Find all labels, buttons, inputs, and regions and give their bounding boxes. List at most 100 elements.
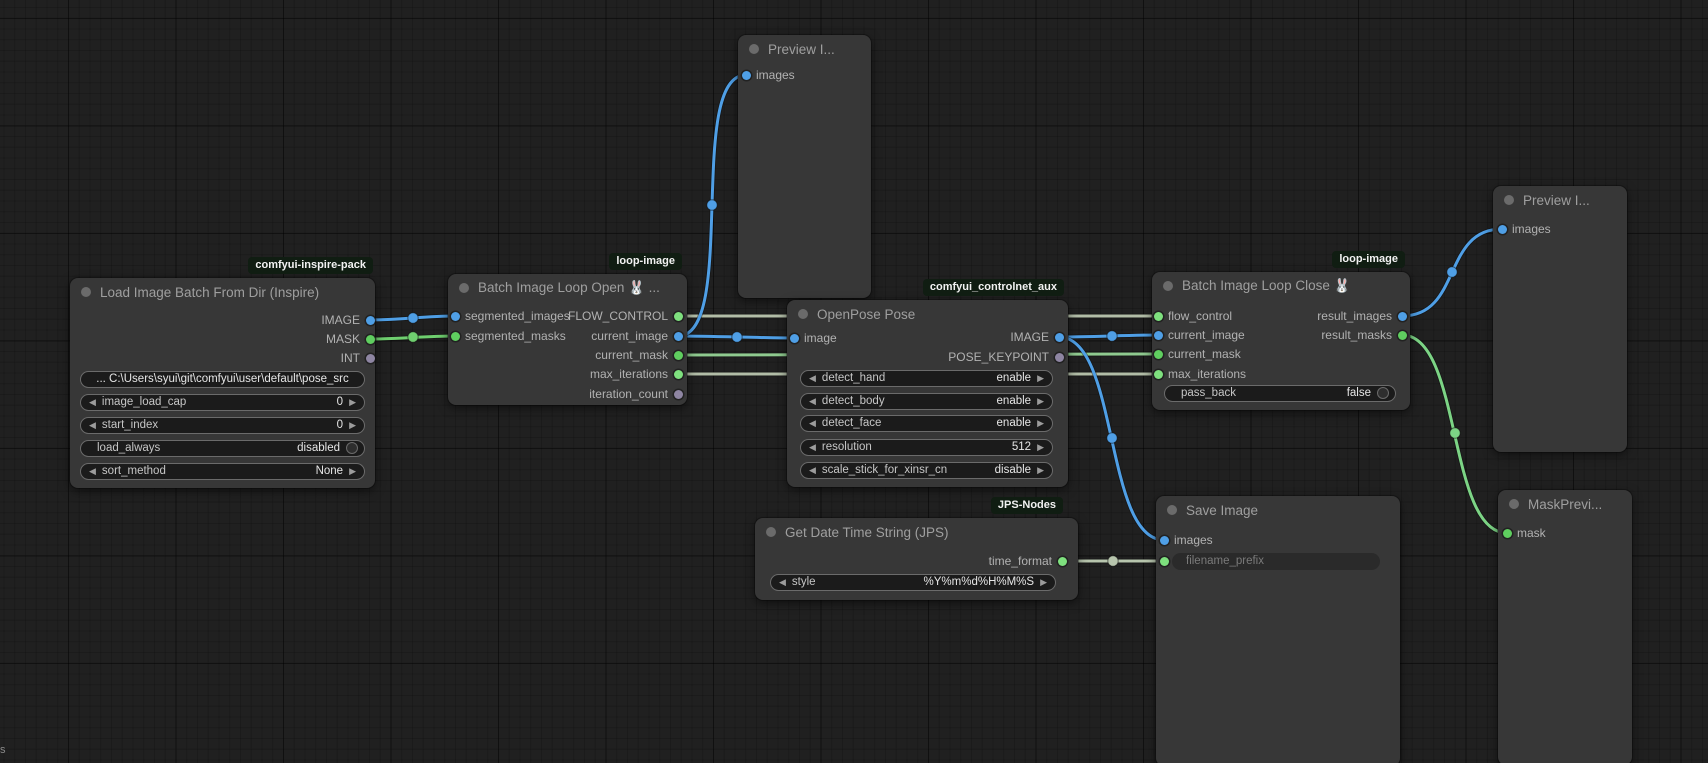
toggle-off-icon[interactable] bbox=[1377, 387, 1389, 399]
output-slot-dot-FLOW_CONTROL[interactable] bbox=[674, 312, 683, 321]
output-slot-dot-time_format[interactable] bbox=[1058, 557, 1067, 566]
node-preview-image-top[interactable]: Preview I...images bbox=[738, 35, 871, 298]
widget-style[interactable]: ◀style%Y%m%d%H%M%S▶ bbox=[770, 574, 1056, 591]
increment-arrow-icon[interactable]: ▶ bbox=[1037, 443, 1044, 452]
node-titlebar[interactable]: MaskPrevi... bbox=[1498, 490, 1632, 518]
node-titlebar[interactable]: Get Date Time String (JPS) bbox=[755, 518, 1078, 546]
increment-arrow-icon[interactable]: ▶ bbox=[1037, 419, 1044, 428]
collapse-dot-icon[interactable] bbox=[1509, 499, 1519, 509]
reroute-dot[interactable] bbox=[408, 332, 418, 342]
output-slot-dot-current_mask[interactable] bbox=[674, 351, 683, 360]
node-openpose-pose[interactable]: comfyui_controlnet_auxOpenPose Poseimage… bbox=[787, 300, 1068, 487]
increment-arrow-icon[interactable]: ▶ bbox=[1037, 397, 1044, 406]
input-slot-dot-images[interactable] bbox=[1498, 225, 1507, 234]
collapse-dot-icon[interactable] bbox=[798, 309, 808, 319]
reroute-dot[interactable] bbox=[408, 313, 418, 323]
input-slot-dot-segmented_masks[interactable] bbox=[451, 332, 460, 341]
input-slot-dot-images[interactable] bbox=[742, 71, 751, 80]
node-batch-image-loop-open[interactable]: loop-imageBatch Image Loop Open 🐰 ...seg… bbox=[448, 274, 687, 405]
widget-sort_method[interactable]: ◀sort_methodNone▶ bbox=[80, 463, 365, 480]
input-slot-dot-current_image[interactable] bbox=[1154, 331, 1163, 340]
widget-image_load_cap[interactable]: ◀image_load_cap0▶ bbox=[80, 394, 365, 411]
node-graph-canvas[interactable]: s comfyui-inspire-packLoad Image Batch F… bbox=[0, 0, 1708, 763]
widget-detect_face[interactable]: ◀detect_faceenable▶ bbox=[800, 415, 1053, 432]
input-slot-dot-images[interactable] bbox=[1160, 536, 1169, 545]
input-slot-dot-max_iterations[interactable] bbox=[1154, 370, 1163, 379]
reroute-dot[interactable] bbox=[1108, 556, 1118, 566]
input-slot-dot-image[interactable] bbox=[790, 334, 799, 343]
node-titlebar[interactable]: Batch Image Loop Open 🐰 ... bbox=[448, 274, 687, 302]
reroute-dot[interactable] bbox=[1107, 433, 1117, 443]
decrement-arrow-icon[interactable]: ◀ bbox=[809, 397, 816, 406]
widget-... C:\Users\syui\git\comfyui\user\default\pose_src[interactable]: ... C:\Users\syui\git\comfyui\user\defau… bbox=[80, 371, 365, 388]
widget-start_index[interactable]: ◀start_index0▶ bbox=[80, 417, 365, 434]
output-slot-dot-INT[interactable] bbox=[366, 354, 375, 363]
reroute-dot[interactable] bbox=[1107, 331, 1117, 341]
widget-resolution[interactable]: ◀resolution512▶ bbox=[800, 439, 1053, 456]
reroute-dot[interactable] bbox=[707, 200, 717, 210]
output-slot-label: IMAGE bbox=[1010, 330, 1049, 344]
widget-detect_hand[interactable]: ◀detect_handenable▶ bbox=[800, 370, 1053, 387]
collapse-dot-icon[interactable] bbox=[1504, 195, 1514, 205]
reroute-dot[interactable] bbox=[1447, 267, 1457, 277]
collapse-dot-icon[interactable] bbox=[1167, 505, 1177, 515]
node-titlebar[interactable]: Batch Image Loop Close 🐰 bbox=[1152, 272, 1410, 300]
decrement-arrow-icon[interactable]: ◀ bbox=[809, 466, 816, 475]
widget-pass_back[interactable]: pass_backfalse bbox=[1164, 385, 1396, 402]
node-load-image-batch[interactable]: comfyui-inspire-packLoad Image Batch Fro… bbox=[70, 278, 375, 488]
output-slot-dot-current_image[interactable] bbox=[674, 332, 683, 341]
node-get-date-time-string[interactable]: JPS-NodesGet Date Time String (JPS)time_… bbox=[755, 518, 1078, 600]
output-slot-dot-POSE_KEYPOINT[interactable] bbox=[1055, 353, 1064, 362]
decrement-arrow-icon[interactable]: ◀ bbox=[809, 443, 816, 452]
output-slot-dot-iteration_count[interactable] bbox=[674, 390, 683, 399]
input-slot-dot-filename_prefix[interactable] bbox=[1160, 557, 1169, 566]
output-slot-dot-MASK[interactable] bbox=[366, 335, 375, 344]
reroute-dot[interactable] bbox=[732, 332, 742, 342]
widget-filename_prefix[interactable]: filename_prefix bbox=[1172, 553, 1380, 570]
input-slot-dot-mask[interactable] bbox=[1503, 529, 1512, 538]
increment-arrow-icon[interactable]: ▶ bbox=[1040, 578, 1047, 587]
output-slot-dot-result_masks[interactable] bbox=[1398, 331, 1407, 340]
increment-arrow-icon[interactable]: ▶ bbox=[1037, 374, 1044, 383]
decrement-arrow-icon[interactable]: ◀ bbox=[809, 419, 816, 428]
collapse-dot-icon[interactable] bbox=[749, 44, 759, 54]
node-preview-image-right[interactable]: Preview I... images bbox=[1493, 186, 1627, 452]
collapse-dot-icon[interactable] bbox=[766, 527, 776, 537]
node-title: Save Image bbox=[1186, 503, 1258, 518]
collapse-dot-icon[interactable] bbox=[1163, 281, 1173, 291]
input-slot-dot-current_mask[interactable] bbox=[1154, 350, 1163, 359]
increment-arrow-icon[interactable]: ▶ bbox=[1037, 466, 1044, 475]
output-slot-dot-IMAGE[interactable] bbox=[1055, 333, 1064, 342]
collapse-dot-icon[interactable] bbox=[459, 283, 469, 293]
widget-detect_body[interactable]: ◀detect_bodyenable▶ bbox=[800, 393, 1053, 410]
toggle-off-icon[interactable] bbox=[346, 442, 358, 454]
decrement-arrow-icon[interactable]: ◀ bbox=[89, 398, 96, 407]
node-batch-image-loop-close[interactable]: loop-imageBatch Image Loop Close 🐰flow_c… bbox=[1152, 272, 1410, 410]
node-save-image[interactable]: Save Imageimagesfilename_prefix bbox=[1156, 496, 1400, 763]
collapse-dot-icon[interactable] bbox=[81, 287, 91, 297]
output-slot-label: max_iterations bbox=[590, 367, 668, 381]
node-titlebar[interactable]: Preview I... bbox=[1493, 186, 1627, 214]
input-slot-dot-flow_control[interactable] bbox=[1154, 312, 1163, 321]
output-slot-dot-IMAGE[interactable] bbox=[366, 316, 375, 325]
increment-arrow-icon[interactable]: ▶ bbox=[349, 421, 356, 430]
increment-arrow-icon[interactable]: ▶ bbox=[349, 398, 356, 407]
node-titlebar[interactable]: OpenPose Pose bbox=[787, 300, 1068, 328]
decrement-arrow-icon[interactable]: ◀ bbox=[89, 421, 96, 430]
node-titlebar[interactable]: Load Image Batch From Dir (Inspire) bbox=[70, 278, 375, 306]
increment-arrow-icon[interactable]: ▶ bbox=[349, 467, 356, 476]
input-slot-label: images bbox=[1512, 222, 1551, 236]
output-slot-dot-result_images[interactable] bbox=[1398, 312, 1407, 321]
widget-scale_stick_for_xinsr_cn[interactable]: ◀scale_stick_for_xinsr_cndisable▶ bbox=[800, 462, 1053, 479]
decrement-arrow-icon[interactable]: ◀ bbox=[89, 467, 96, 476]
node-titlebar[interactable]: Preview I... bbox=[738, 35, 871, 63]
node-mask-preview[interactable]: MaskPrevi...mask bbox=[1498, 490, 1632, 763]
widget-load_always[interactable]: load_alwaysdisabled bbox=[80, 440, 365, 457]
decrement-arrow-icon[interactable]: ◀ bbox=[809, 374, 816, 383]
decrement-arrow-icon[interactable]: ◀ bbox=[779, 578, 786, 587]
reroute-dot[interactable] bbox=[1450, 428, 1460, 438]
node-pack-badge: comfyui-inspire-pack bbox=[248, 257, 373, 274]
node-titlebar[interactable]: Save Image bbox=[1156, 496, 1400, 524]
input-slot-dot-segmented_images[interactable] bbox=[451, 312, 460, 321]
output-slot-dot-max_iterations[interactable] bbox=[674, 370, 683, 379]
